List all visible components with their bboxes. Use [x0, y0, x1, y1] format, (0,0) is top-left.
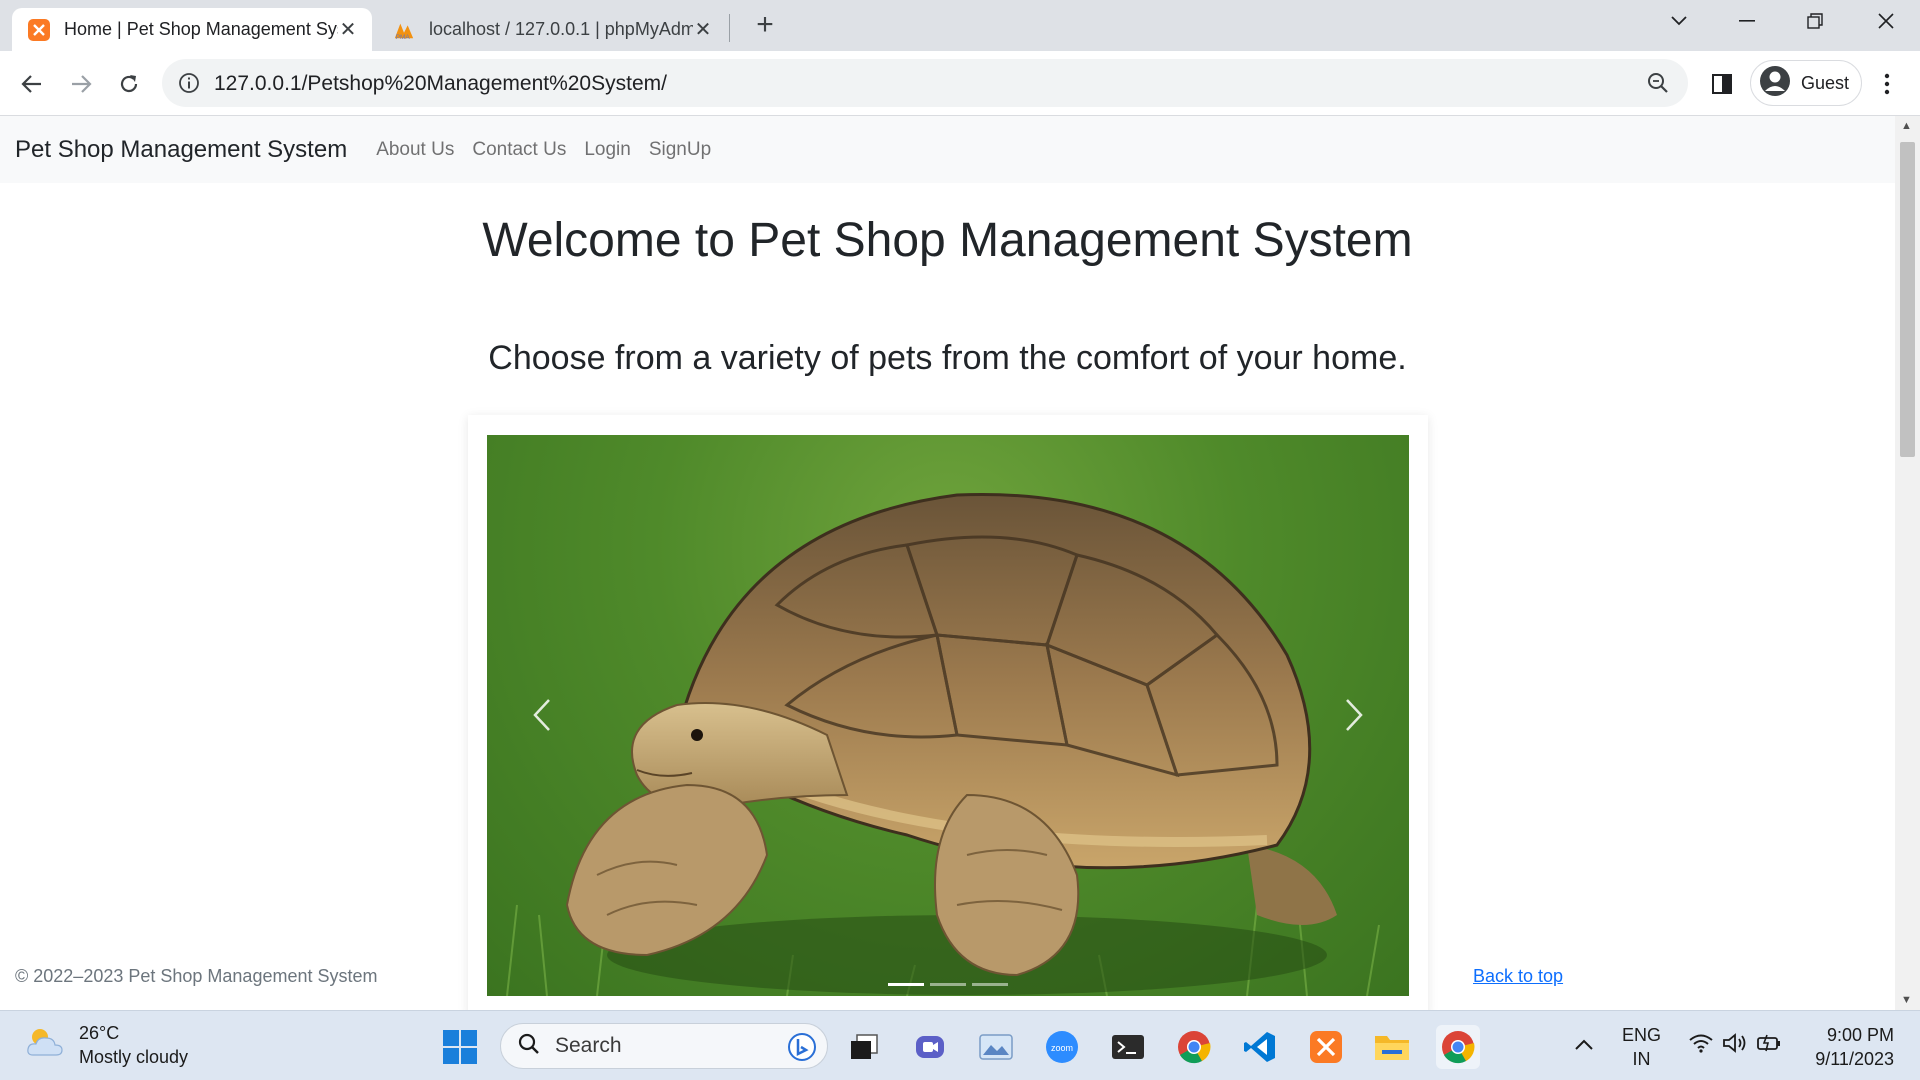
address-bar[interactable]: 127.0.0.1/Petshop%20Management%20System/	[162, 59, 1688, 107]
taskbar: 26°C Mostly cloudy Search zoom ENG IN 9:…	[0, 1010, 1920, 1080]
carousel-indicator[interactable]	[888, 983, 924, 986]
terminal-icon[interactable]	[1106, 1025, 1150, 1069]
teams-chat-icon[interactable]	[908, 1025, 952, 1069]
tortoise-illustration	[506, 492, 1380, 996]
close-tab-icon[interactable]: ✕	[338, 17, 358, 42]
chrome-icon[interactable]	[1172, 1025, 1216, 1069]
tab-search-button[interactable]	[1645, 0, 1713, 42]
site-brand[interactable]: Pet Shop Management System	[15, 136, 347, 164]
nav-link-signup[interactable]: SignUp	[640, 139, 720, 161]
xampp-icon	[28, 18, 50, 41]
cloudy-weather-icon	[25, 1025, 65, 1066]
scroll-up-arrow-icon[interactable]: ▲	[1901, 120, 1912, 132]
bing-icon[interactable]	[787, 1032, 817, 1067]
close-window-button[interactable]	[1852, 0, 1920, 42]
carousel-indicator[interactable]	[930, 983, 966, 986]
menu-kebab-icon[interactable]	[1868, 65, 1906, 103]
page-subtitle: Choose from a variety of pets from the c…	[488, 339, 1407, 377]
nav-link-login[interactable]: Login	[575, 139, 640, 161]
vscode-icon[interactable]	[1238, 1025, 1282, 1069]
xampp-icon[interactable]	[1304, 1025, 1348, 1069]
url-text: 127.0.0.1/Petshop%20Management%20System/	[214, 72, 667, 95]
forward-button[interactable]	[62, 65, 100, 103]
side-panel-icon[interactable]	[1703, 65, 1741, 103]
tab-phpmyadmin[interactable]: PMA localhost / 127.0.0.1 | phpMyAdmin ✕	[377, 8, 727, 51]
nav-links: About Us Contact Us Login SignUp	[367, 139, 720, 161]
search-icon	[517, 1032, 541, 1061]
tab-home[interactable]: Home | Pet Shop Management System ✕	[12, 8, 372, 51]
language-indicator[interactable]: ENG IN	[1622, 1023, 1661, 1071]
clock-date: 9/11/2023	[1815, 1049, 1894, 1069]
region-code: IN	[1632, 1049, 1651, 1069]
footer-copyright: © 2022–2023 Pet Shop Management System	[15, 966, 378, 986]
carousel-next-button[interactable]	[1324, 680, 1384, 750]
taskbar-search-box[interactable]: Search	[500, 1023, 828, 1069]
profile-button[interactable]: Guest	[1750, 60, 1862, 106]
profile-name: Guest	[1801, 72, 1850, 93]
search-label: Search	[555, 1034, 622, 1057]
minimize-button[interactable]	[1713, 0, 1781, 42]
weather-widget[interactable]: 26°C Mostly cloudy	[25, 1021, 188, 1069]
tab-title: localhost / 127.0.0.1 | phpMyAdmin	[429, 19, 693, 39]
page-scrollbar[interactable]: ▲ ▼	[1895, 116, 1920, 1010]
avatar-icon	[1759, 65, 1791, 102]
clock-time: 9:00 PM	[1826, 1025, 1894, 1045]
zoom-icon[interactable]	[1646, 71, 1670, 100]
carousel-indicator[interactable]	[972, 983, 1008, 986]
svg-text:zoom: zoom	[1051, 1043, 1073, 1053]
close-tab-icon[interactable]: ✕	[693, 17, 713, 42]
back-to-top-link[interactable]: Back to top	[1473, 966, 1563, 987]
nav-link-contact[interactable]: Contact Us	[463, 139, 575, 161]
restore-button[interactable]	[1781, 0, 1849, 42]
carousel-prev-button[interactable]	[512, 680, 572, 750]
carousel-card	[468, 415, 1428, 1015]
browser-toolbar: 127.0.0.1/Petshop%20Management%20System/…	[0, 51, 1920, 116]
nav-link-about[interactable]: About Us	[367, 139, 463, 161]
file-explorer-icon[interactable]	[1370, 1025, 1414, 1069]
tab-divider	[729, 14, 730, 42]
tray-chevron-up-icon[interactable]	[1574, 1033, 1594, 1057]
photos-app-icon[interactable]	[974, 1025, 1018, 1069]
windows-start-icon[interactable]	[438, 1025, 482, 1069]
scrollbar-thumb[interactable]	[1900, 142, 1915, 457]
site-info-icon[interactable]	[178, 72, 200, 99]
scroll-down-arrow-icon[interactable]: ▼	[1901, 994, 1912, 1006]
task-view-icon[interactable]	[842, 1025, 886, 1069]
page-title: Welcome to Pet Shop Management System	[482, 214, 1413, 267]
language-code: ENG	[1622, 1025, 1662, 1045]
carousel-indicators	[487, 983, 1409, 986]
site-navbar: Pet Shop Management System About Us Cont…	[0, 116, 1895, 183]
tab-strip: Home | Pet Shop Management System ✕ PMA …	[0, 0, 1920, 51]
zoom-app-icon[interactable]: zoom	[1040, 1025, 1084, 1069]
phpmyadmin-icon: PMA	[393, 19, 415, 41]
wifi-icon[interactable]	[1688, 1033, 1714, 1059]
reload-button[interactable]	[110, 65, 148, 103]
tab-title: Home | Pet Shop Management System	[64, 19, 338, 39]
new-tab-button[interactable]: +	[748, 8, 782, 42]
volume-icon[interactable]	[1722, 1033, 1748, 1059]
tortoise-photo	[487, 435, 1409, 996]
battery-icon[interactable]	[1756, 1033, 1782, 1059]
svg-text:PMA: PMA	[396, 34, 411, 41]
clock[interactable]: 9:00 PM 9/11/2023	[1806, 1023, 1894, 1071]
chrome-active-icon[interactable]	[1436, 1025, 1480, 1069]
weather-temp: 26°C	[79, 1023, 120, 1043]
back-button[interactable]	[13, 65, 51, 103]
weather-desc: Mostly cloudy	[79, 1047, 189, 1067]
